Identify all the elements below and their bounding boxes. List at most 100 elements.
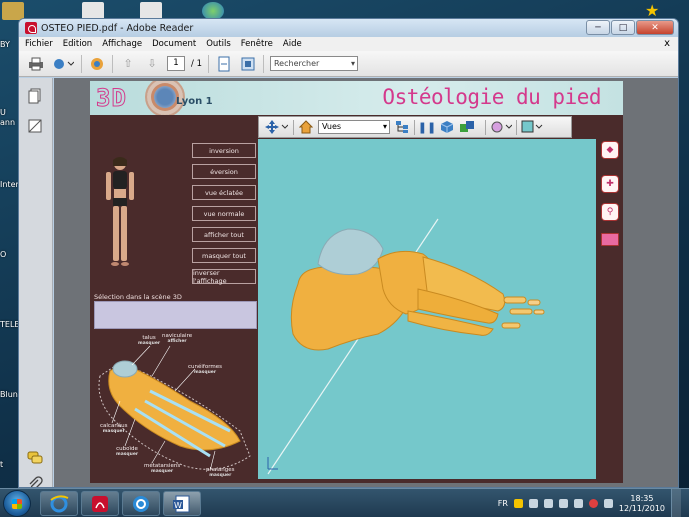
- search-input[interactable]: Rechercher: [269, 56, 358, 71]
- tray-device-icon[interactable]: [528, 499, 538, 508]
- page-header: 3D Lyon 1 Ostéologie du pied: [90, 81, 623, 115]
- hide-all-button[interactable]: masquer tout: [192, 248, 256, 263]
- menu-aide[interactable]: Aide: [283, 39, 302, 49]
- desktop-label: Inter: [0, 180, 19, 189]
- full-screen-icon[interactable]: [239, 55, 257, 73]
- invert-display-button[interactable]: inverser l'affichage: [192, 269, 256, 285]
- start-button[interactable]: [3, 490, 31, 517]
- model-tree-icon[interactable]: [394, 119, 410, 135]
- shield-view-icon[interactable]: ◆: [601, 141, 619, 159]
- print-icon[interactable]: [27, 55, 45, 73]
- bone-label-naviculaire[interactable]: naviculaire afficher: [162, 333, 192, 345]
- pdf-page: 3D Lyon 1 Ostéologie du pied Vues ▾ ❚❚ ◆…: [90, 81, 623, 483]
- bone-label-talus[interactable]: talus masquer: [138, 335, 160, 347]
- minimize-button[interactable]: ─: [586, 20, 610, 35]
- bone-state: masquer: [151, 469, 174, 474]
- tray-volume-icon[interactable]: [603, 499, 613, 508]
- desktop-icon-folder[interactable]: [2, 2, 24, 20]
- frame-icon[interactable]: [601, 233, 619, 246]
- svg-text:W: W: [174, 501, 182, 510]
- taskbar: W FR 18:35 12/11/2010: [0, 488, 689, 517]
- 3d-toolbar: Vues ❚❚: [258, 116, 572, 138]
- share-icon[interactable]: [51, 55, 75, 73]
- bone-label-cuboide[interactable]: cuboïde masquer: [116, 446, 138, 458]
- title-bar[interactable]: OSTEO PIED.pdf - Adobe Reader ─ □ ✕: [19, 19, 678, 37]
- menu-affichage[interactable]: Affichage: [102, 39, 142, 49]
- tray-network-icon[interactable]: [543, 499, 553, 508]
- phalanges-bones: [503, 296, 527, 304]
- close-button[interactable]: ✕: [636, 20, 674, 35]
- window-title: OSTEO PIED.pdf - Adobe Reader: [41, 22, 194, 34]
- bone-state: masquer: [116, 452, 139, 457]
- desktop-label: TELE: [0, 320, 20, 329]
- bone-label-phalanges[interactable]: phalanges masquer: [206, 467, 234, 479]
- cross-section-icon[interactable]: [521, 119, 543, 135]
- maximize-button[interactable]: □: [611, 20, 635, 35]
- clock-time: 18:35: [630, 493, 654, 503]
- desktop-label: t: [0, 460, 4, 469]
- bone-state: masquer: [138, 341, 161, 346]
- bone-label-calcaneus[interactable]: calcanéus masquer: [100, 423, 128, 435]
- exploded-view-button[interactable]: vue éclatée: [192, 185, 256, 200]
- desktop-label: Blun: [0, 390, 18, 399]
- attachments-icon[interactable]: [27, 118, 43, 134]
- quicktime-icon: [133, 495, 149, 512]
- clock[interactable]: 18:35 12/11/2010: [619, 494, 665, 514]
- toolbar-separator: [516, 119, 517, 135]
- show-all-button[interactable]: afficher tout: [192, 227, 256, 242]
- home-view-icon[interactable]: [298, 119, 314, 135]
- menu-fichier[interactable]: Fichier: [25, 39, 53, 49]
- menu-edition[interactable]: Edition: [63, 39, 92, 49]
- desktop-label: O: [0, 250, 7, 259]
- tray-usb-icon[interactable]: [558, 499, 568, 508]
- bone-state: afficher: [167, 339, 187, 344]
- toolbar-separator: [112, 54, 113, 73]
- page-total: / 1: [191, 58, 202, 69]
- tray-flag-icon[interactable]: [573, 499, 583, 508]
- taskbar-word[interactable]: W: [163, 491, 201, 516]
- fit-page-icon[interactable]: [215, 55, 233, 73]
- taskbar-quicktime[interactable]: [122, 491, 160, 516]
- bone-label-cuneiformes[interactable]: cunéiformes masquer: [188, 364, 222, 376]
- document-area: 3D Lyon 1 Ostéologie du pied Vues ▾ ❚❚ ◆…: [54, 78, 678, 487]
- paperclip-icon[interactable]: [27, 476, 43, 487]
- tray-shield-icon[interactable]: [513, 499, 523, 508]
- desktop-label: ann: [0, 118, 16, 127]
- zoom-out-icon[interactable]: ⚲: [601, 203, 619, 221]
- page-number-input[interactable]: 1: [167, 56, 185, 71]
- eversion-button[interactable]: éversion: [192, 164, 256, 179]
- language-indicator[interactable]: FR: [498, 499, 508, 508]
- previous-page-icon[interactable]: ⇧: [119, 55, 137, 73]
- pages-icon[interactable]: [27, 88, 43, 104]
- inversion-button[interactable]: inversion: [192, 143, 256, 158]
- menu-fenetre[interactable]: Fenêtre: [241, 39, 273, 49]
- toolbar-separator: [485, 119, 486, 135]
- rotate-tool-icon[interactable]: [263, 119, 289, 135]
- tray-alert-icon[interactable]: [588, 499, 598, 508]
- taskbar-internet-explorer[interactable]: [40, 491, 78, 516]
- show-desktop-button[interactable]: [671, 489, 681, 517]
- clock-date: 12/11/2010: [618, 503, 665, 513]
- menu-document[interactable]: Document: [152, 39, 196, 49]
- background-color-icon[interactable]: [490, 119, 512, 135]
- desktop-label: U: [0, 108, 6, 117]
- zoom-in-icon[interactable]: ✚: [601, 175, 619, 193]
- comments-icon[interactable]: [27, 451, 43, 467]
- menu-outils[interactable]: Outils: [206, 39, 231, 49]
- navigation-pane: [19, 78, 53, 487]
- views-select[interactable]: Vues: [318, 120, 390, 134]
- bone-state: masquer: [193, 370, 217, 375]
- collaborate-icon[interactable]: [88, 55, 106, 73]
- 3d-viewport[interactable]: [258, 139, 596, 479]
- document-close-button[interactable]: x: [664, 37, 670, 51]
- play-pause-icon[interactable]: ❚❚: [418, 119, 436, 135]
- bone-label-metatarsiens[interactable]: métatarsiens masquer: [144, 463, 180, 475]
- next-page-icon[interactable]: ⇩: [143, 55, 161, 73]
- taskbar-adobe-reader[interactable]: [81, 491, 119, 516]
- render-mode-icon[interactable]: [439, 119, 455, 135]
- normal-view-button[interactable]: vue normale: [192, 206, 256, 221]
- desktop-label: BY: [0, 40, 10, 49]
- lighting-icon[interactable]: [459, 119, 481, 135]
- selection-field[interactable]: [94, 301, 257, 329]
- page-title: Ostéologie du pied: [382, 85, 601, 109]
